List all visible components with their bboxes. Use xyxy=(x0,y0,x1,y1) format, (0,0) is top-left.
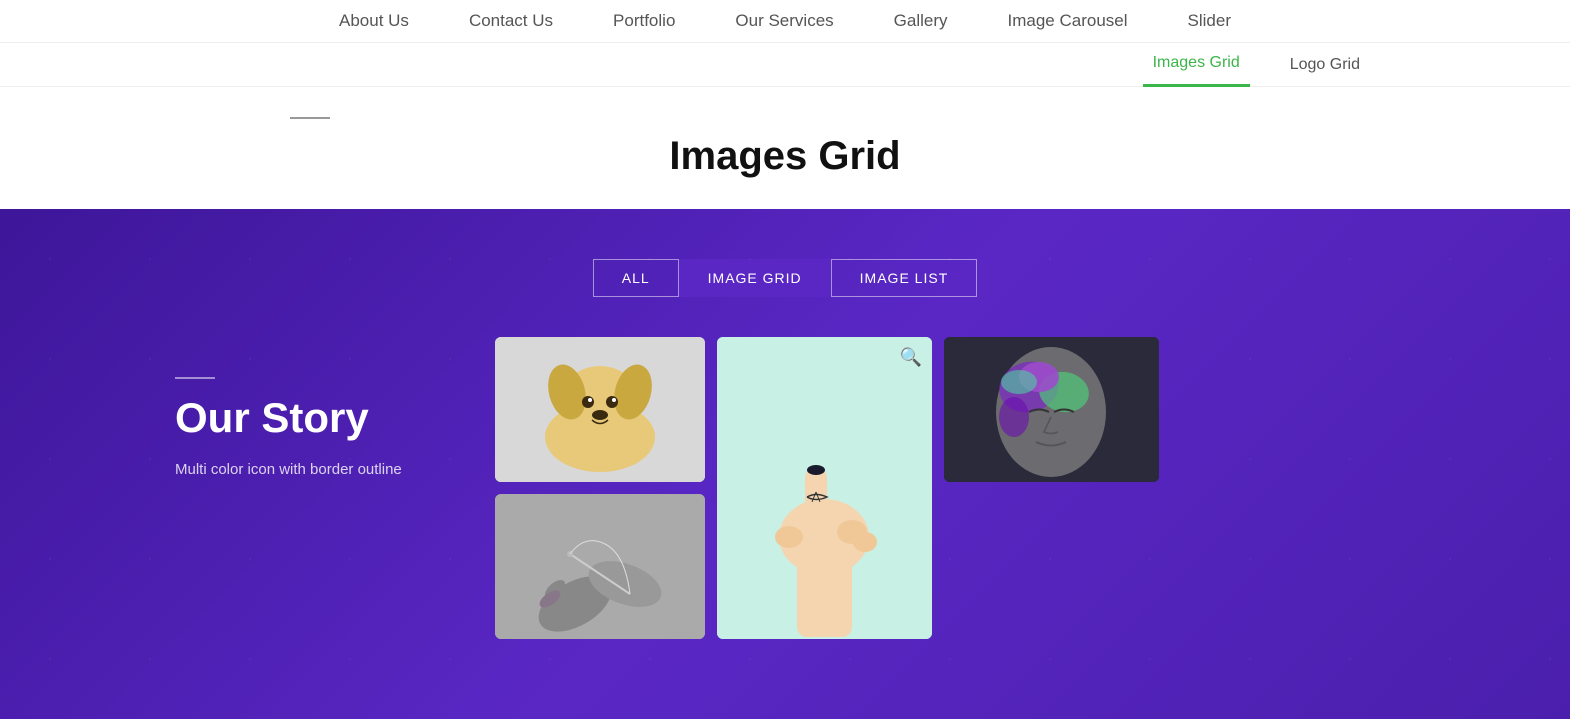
nav-slider[interactable]: Slider xyxy=(1158,0,1261,43)
story-description: Multi color icon with border outline xyxy=(175,461,455,478)
grid-col-3 xyxy=(944,337,1159,639)
grid-col-2: 🔍 xyxy=(717,337,932,639)
filter-all[interactable]: ALL xyxy=(593,259,679,297)
nav-portfolio[interactable]: Portfolio xyxy=(583,0,705,43)
image-hand[interactable]: 🔍 xyxy=(717,337,932,639)
filter-row: ALL IMAGE GRID IMAGE LIST xyxy=(593,259,978,297)
image-needle[interactable] xyxy=(495,494,705,639)
image-grid: 🔍 xyxy=(495,337,1395,639)
page-title: Images Grid xyxy=(669,134,900,179)
subnav-images-grid[interactable]: Images Grid xyxy=(1143,43,1250,87)
nav-contact-us[interactable]: Contact Us xyxy=(439,0,583,43)
nav-image-carousel[interactable]: Image Carousel xyxy=(978,0,1158,43)
grid-col-1 xyxy=(495,337,705,639)
nav-our-services[interactable]: Our Services xyxy=(705,0,863,43)
image-puppy[interactable] xyxy=(495,337,705,482)
story-area: Our Story Multi color icon with border o… xyxy=(175,337,495,478)
nav-about-us[interactable]: About Us xyxy=(309,0,439,43)
story-dash xyxy=(175,377,215,379)
content-row: Our Story Multi color icon with border o… xyxy=(135,337,1435,639)
zoom-icon[interactable]: 🔍 xyxy=(900,347,922,368)
image-face[interactable] xyxy=(944,337,1159,482)
title-area: Images Grid xyxy=(0,87,1570,209)
filter-image-list[interactable]: IMAGE LIST xyxy=(831,259,978,297)
subnav-logo-grid[interactable]: Logo Grid xyxy=(1280,43,1370,87)
filter-image-grid[interactable]: IMAGE GRID xyxy=(679,259,831,297)
nav-gallery[interactable]: Gallery xyxy=(864,0,978,43)
purple-section: ALL IMAGE GRID IMAGE LIST Our Story Mult… xyxy=(0,209,1570,719)
main-nav: About Us Contact Us Portfolio Our Servic… xyxy=(0,0,1570,87)
title-dash xyxy=(290,117,330,119)
story-title: Our Story xyxy=(175,395,455,441)
